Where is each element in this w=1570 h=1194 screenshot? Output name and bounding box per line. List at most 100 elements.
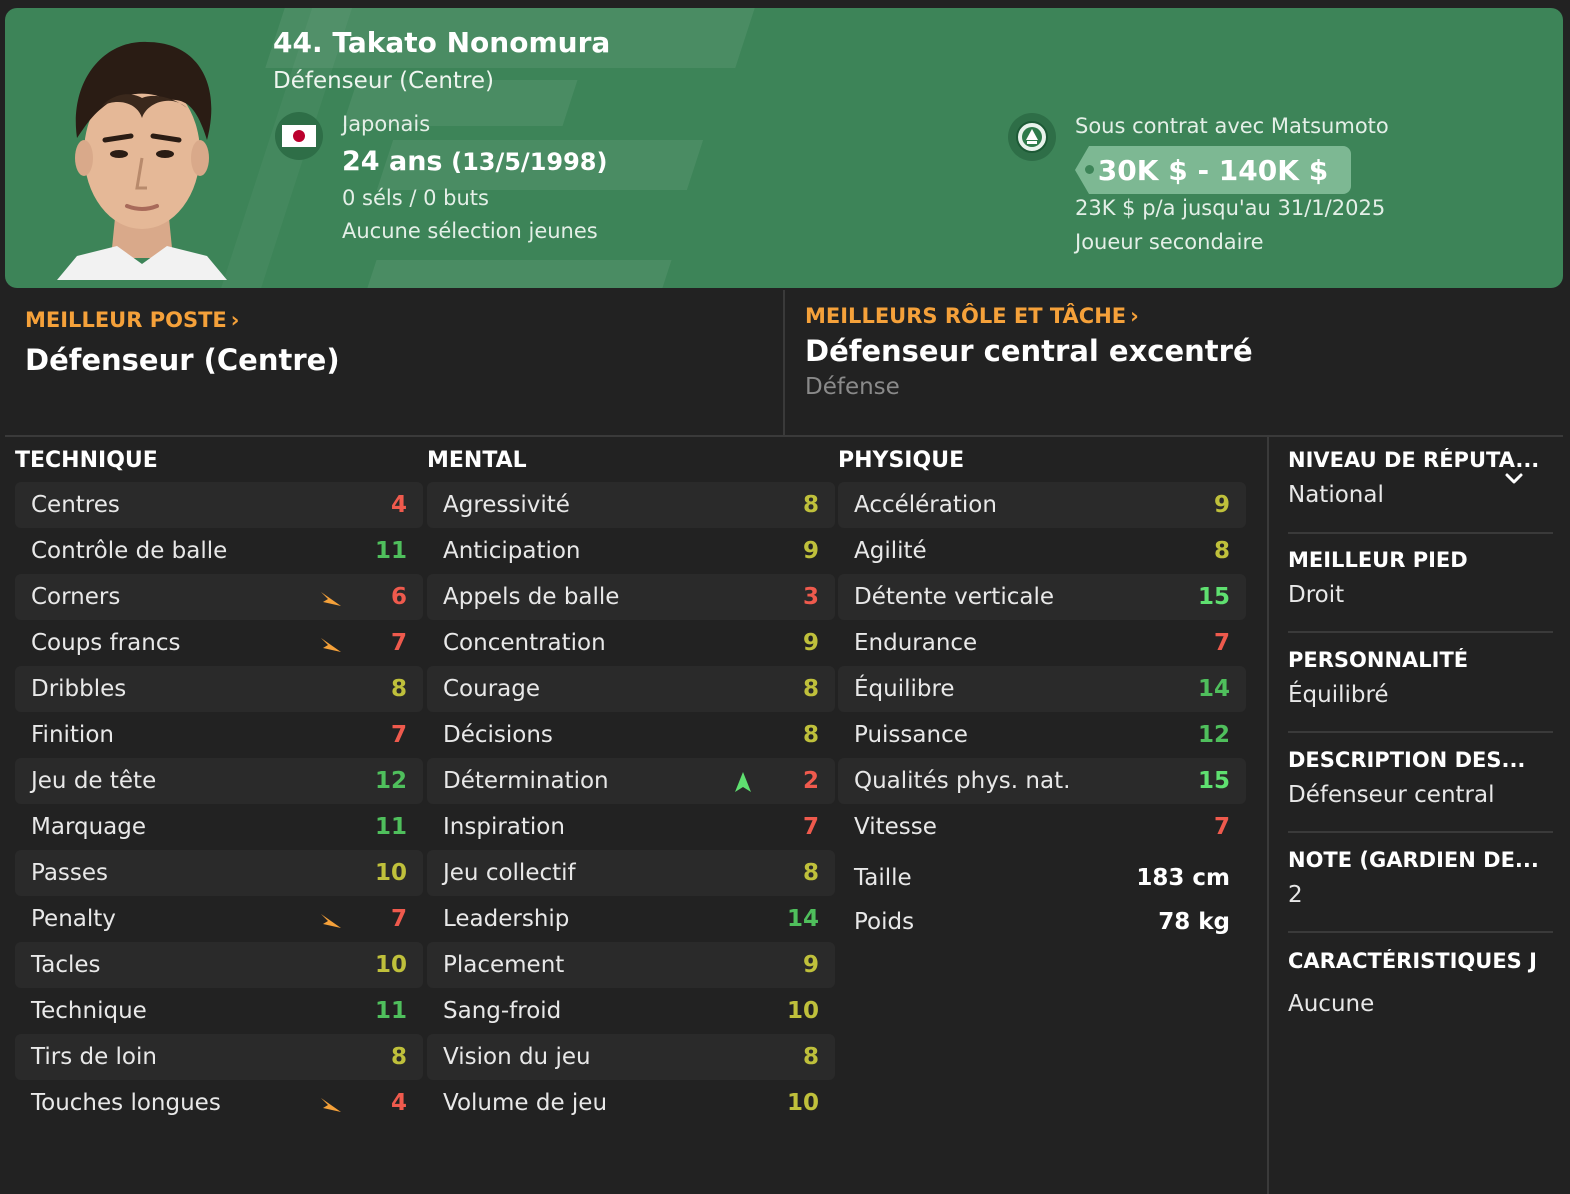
attribute-row[interactable]: Coups francs 7: [15, 620, 423, 666]
attribute-row[interactable]: Finition 7: [15, 712, 423, 758]
attribute-row[interactable]: Corners 6: [15, 574, 423, 620]
attribute-row[interactable]: Tirs de loin 8: [15, 1034, 423, 1080]
attribute-row[interactable]: Dribbles 8: [15, 666, 423, 712]
attribute-row[interactable]: Tacles 10: [15, 942, 423, 988]
attribute-value: 10: [786, 1090, 819, 1116]
attribute-row[interactable]: Endurance 7: [838, 620, 1246, 666]
attribute-label: Équilibre: [854, 676, 955, 702]
attribute-row[interactable]: Équilibre 14: [838, 666, 1246, 712]
attribute-value: 9: [802, 952, 819, 978]
attribute-row[interactable]: Qualités phys. nat. 15: [838, 758, 1246, 804]
set-piece-arrow-icon: [321, 592, 341, 606]
attribute-row[interactable]: Jeu de tête 12: [15, 758, 423, 804]
chevron-down-icon[interactable]: [1504, 472, 1524, 486]
goalkeeper-rating-value: 2: [1288, 882, 1303, 908]
attribute-row[interactable]: Touches longues 4: [15, 1080, 423, 1126]
best-position-value: Défenseur (Centre): [25, 343, 340, 377]
attribute-label: Contrôle de balle: [31, 538, 228, 564]
attribute-row[interactable]: Accélération 9: [838, 482, 1246, 528]
player-age: 24 ans (13/5/1998): [342, 146, 607, 177]
attribute-label: Détermination: [443, 768, 609, 794]
attribute-row[interactable]: Agilité 8: [838, 528, 1246, 574]
attribute-value: 8: [802, 1044, 819, 1070]
attribute-row[interactable]: Détermination 2: [427, 758, 835, 804]
attribute-row[interactable]: Placement 9: [427, 942, 835, 988]
attribute-row[interactable]: Vitesse 7: [838, 804, 1246, 850]
attribute-label: Appels de balle: [443, 584, 620, 610]
attribute-label: Passes: [31, 860, 109, 886]
japan-flag-icon[interactable]: [275, 112, 323, 160]
attribute-label: Détente verticale: [854, 584, 1054, 610]
attribute-label: Vitesse: [854, 814, 937, 840]
technical-attributes: Centres 4 Contrôle de balle 11 Corners 6 Coups…: [15, 482, 423, 1126]
attribute-label: Jeu collectif: [443, 860, 576, 886]
attribute-row[interactable]: Courage 8: [427, 666, 835, 712]
club-badge-icon[interactable]: [1008, 113, 1056, 161]
reputation-title: NIVEAU DE RÉPUTA...: [1288, 448, 1540, 472]
attribute-row[interactable]: Inspiration 7: [427, 804, 835, 850]
attribute-row[interactable]: Anticipation 9: [427, 528, 835, 574]
attribute-row[interactable]: Agressivité 8: [427, 482, 835, 528]
attribute-label: Coups francs: [31, 630, 181, 656]
increase-arrow-icon: [735, 772, 751, 792]
divider: [1288, 731, 1553, 733]
attribute-value: 7: [1213, 630, 1230, 656]
physical-title: PHYSIQUE: [838, 448, 965, 473]
header-stripe: [363, 260, 672, 288]
weight-label: Poids: [854, 909, 915, 935]
attribute-row[interactable]: Détente verticale 15: [838, 574, 1246, 620]
attribute-row[interactable]: Concentration 9: [427, 620, 835, 666]
chevron-right-icon: ›: [1130, 304, 1139, 328]
height-value: 183 cm: [1136, 865, 1230, 891]
attribute-row[interactable]: Technique 11: [15, 988, 423, 1034]
attribute-label: Penalty: [31, 906, 116, 932]
attribute-row[interactable]: Appels de balle 3: [427, 574, 835, 620]
attribute-row[interactable]: Décisions 8: [427, 712, 835, 758]
set-piece-arrow-icon: [321, 914, 341, 928]
attribute-row[interactable]: Jeu collectif 8: [427, 850, 835, 896]
best-role-link[interactable]: MEILLEURS RÔLE ET TÂCHE ›: [805, 304, 1139, 328]
attribute-value: 10: [786, 998, 819, 1024]
personality-value: Équilibré: [1288, 682, 1389, 708]
attribute-label: Corners: [31, 584, 121, 610]
attribute-value: 8: [802, 676, 819, 702]
attribute-label: Décisions: [443, 722, 553, 748]
attribute-label: Tirs de loin: [31, 1044, 157, 1070]
attribute-row[interactable]: Contrôle de balle 11: [15, 528, 423, 574]
best-position-link[interactable]: MEILLEUR POSTE ›: [25, 308, 239, 332]
attribute-row[interactable]: Vision du jeu 8: [427, 1034, 835, 1080]
attribute-value: 7: [390, 906, 407, 932]
attribute-label: Volume de jeu: [443, 1090, 608, 1116]
attribute-row[interactable]: Puissance 12: [838, 712, 1246, 758]
attribute-row[interactable]: Penalty 7: [15, 896, 423, 942]
divider: [783, 290, 785, 436]
attribute-label: Accélération: [854, 492, 997, 518]
attribute-value: 14: [1197, 676, 1230, 702]
attribute-row[interactable]: Leadership 14: [427, 896, 835, 942]
value-range: 30K $ - 140K $: [1097, 153, 1329, 187]
attribute-label: Placement: [443, 952, 565, 978]
attribute-row[interactable]: Passes 10: [15, 850, 423, 896]
attribute-value: 3: [802, 584, 819, 610]
attribute-value: 10: [374, 952, 407, 978]
age-value: 24 ans: [342, 146, 443, 177]
divider: [1288, 532, 1553, 534]
attribute-value: 8: [802, 722, 819, 748]
attribute-row[interactable]: Marquage 11: [15, 804, 423, 850]
attribute-value: 10: [374, 860, 407, 886]
personality-title: PERSONNALITÉ: [1288, 648, 1469, 672]
attribute-row[interactable]: Sang-froid 10: [427, 988, 835, 1034]
media-description: DESCRIPTION DES... Défenseur central: [1288, 748, 1553, 808]
attribute-value: 14: [786, 906, 819, 932]
attribute-label: Sang-froid: [443, 998, 562, 1024]
attribute-label: Technique: [31, 998, 147, 1024]
player-traits: CARACTÉRISTIQUES J Aucune: [1288, 949, 1553, 1017]
attribute-value: 12: [1197, 722, 1230, 748]
youth-caps: Aucune sélection jeunes: [342, 219, 598, 243]
attribute-label: Qualités phys. nat.: [854, 768, 1071, 794]
attribute-value: 11: [374, 814, 407, 840]
attribute-label: Concentration: [443, 630, 606, 656]
attribute-row[interactable]: Centres 4: [15, 482, 423, 528]
attribute-row[interactable]: Volume de jeu 10: [427, 1080, 835, 1126]
attribute-label: Anticipation: [443, 538, 581, 564]
